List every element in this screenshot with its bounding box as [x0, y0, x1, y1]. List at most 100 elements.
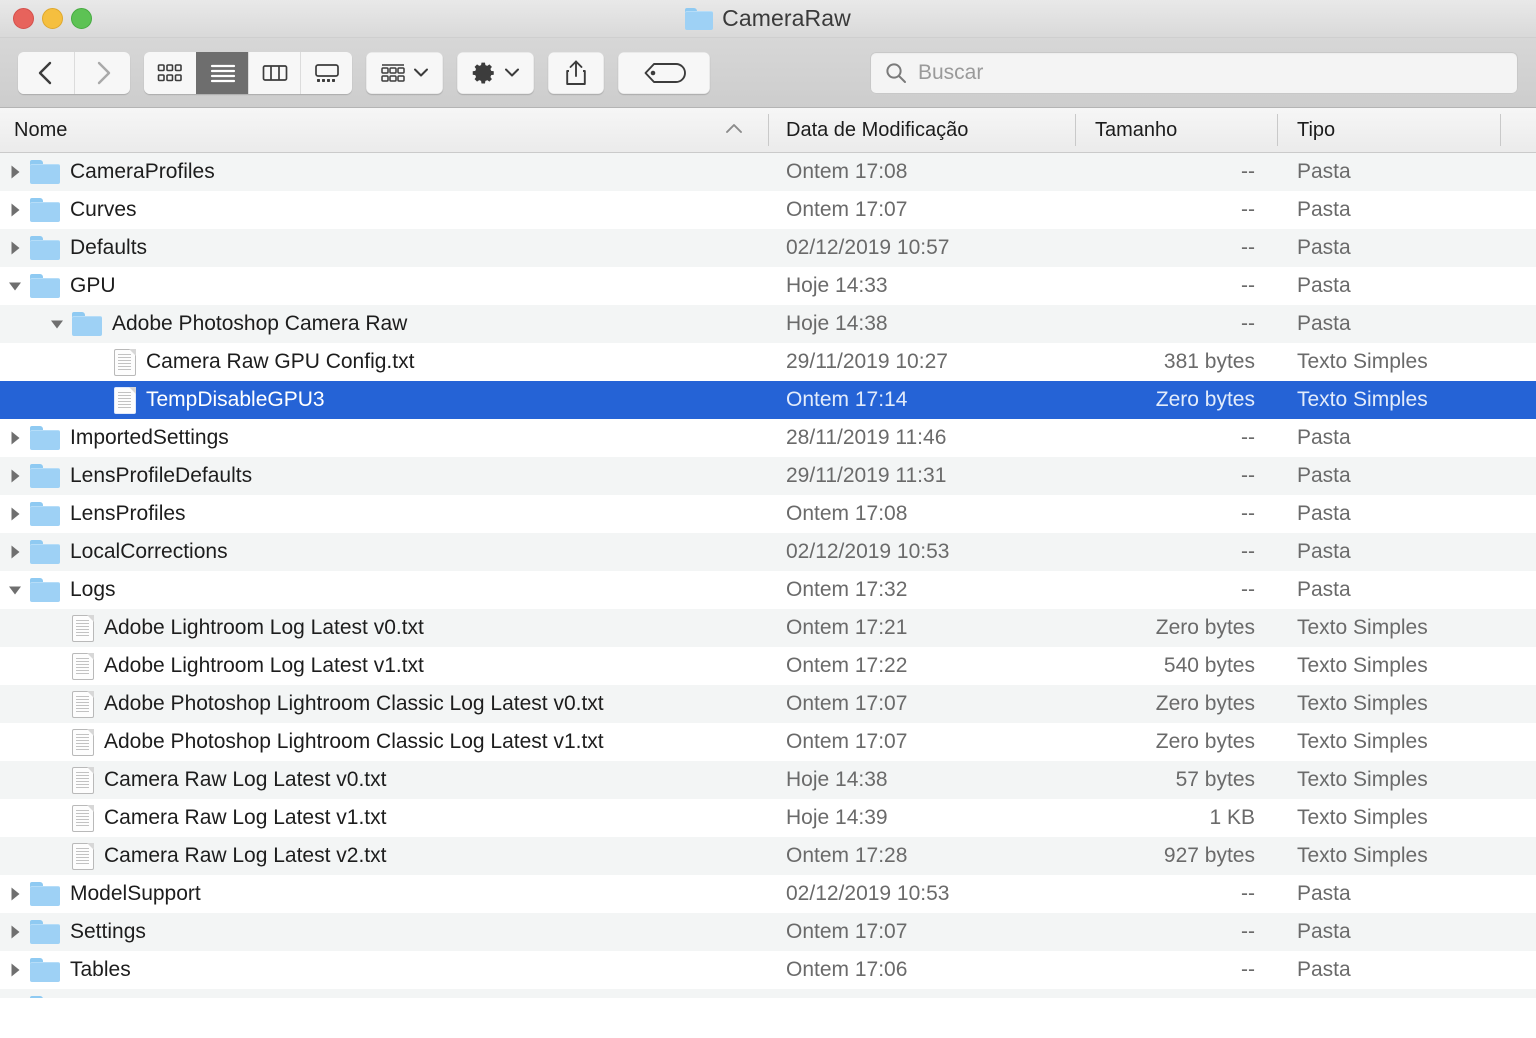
row-type-cell: Pasta: [1277, 160, 1500, 184]
back-button[interactable]: [18, 52, 74, 94]
row-size-cell: Zero bytes: [1075, 388, 1277, 412]
disclosure-triangle-collapsed-icon[interactable]: [0, 543, 30, 561]
disclosure-triangle-collapsed-icon[interactable]: [0, 505, 30, 523]
row-name-label: Camera Raw Log Latest v1.txt: [104, 806, 386, 830]
table-row[interactable]: TablesOntem 17:06--Pasta: [0, 951, 1536, 989]
table-row[interactable]: ModelSupport02/12/2019 10:53--Pasta: [0, 875, 1536, 913]
column-header-size[interactable]: Tamanho: [1075, 108, 1277, 152]
row-size-cell: --: [1075, 540, 1277, 564]
list-view-button[interactable]: [196, 52, 248, 94]
folder-icon: [30, 540, 60, 564]
row-name-cell: CameraProfiles: [0, 160, 768, 184]
row-name-label: GPU: [70, 274, 116, 298]
row-name-label: Camera Raw Log Latest v0.txt: [104, 768, 386, 792]
window-titlebar: CameraRaw: [0, 0, 1536, 38]
table-row[interactable]: Adobe Photoshop Camera RawHoje 14:38--Pa…: [0, 305, 1536, 343]
row-name-cell: GPU: [0, 274, 768, 298]
row-size-cell: 1 KB: [1075, 806, 1277, 830]
row-type-cell: Texto Simples: [1277, 844, 1500, 868]
column-header-date[interactable]: Data de Modificação: [768, 108, 1075, 152]
close-button[interactable]: [13, 8, 34, 29]
disclosure-triangle-collapsed-icon[interactable]: [0, 961, 30, 979]
row-type-cell: Pasta: [1277, 312, 1500, 336]
row-date-cell: Ontem 17:14: [768, 388, 1075, 412]
table-row[interactable]: CurvesOntem 17:07--Pasta: [0, 191, 1536, 229]
disclosure-triangle-collapsed-icon[interactable]: [0, 923, 30, 941]
table-row[interactable]: Camera Raw Log Latest v2.txtOntem 17:289…: [0, 837, 1536, 875]
folder-icon: [30, 274, 60, 298]
column-view-button[interactable]: [248, 52, 300, 94]
row-name-label: Camera Raw Log Latest v2.txt: [104, 844, 386, 868]
row-size-cell: --: [1075, 464, 1277, 488]
table-row[interactable]: Camera Raw Log Latest v0.txtHoje 14:3857…: [0, 761, 1536, 799]
table-row[interactable]: Defaults02/12/2019 10:57--Pasta: [0, 229, 1536, 267]
column-header-name[interactable]: Nome: [0, 108, 768, 152]
columns-icon: [262, 63, 288, 83]
table-row[interactable]: LocalCorrections02/12/2019 10:53--Pasta: [0, 533, 1536, 571]
table-row[interactable]: Workflow02/12/2019 10:53--Pasta: [0, 989, 1536, 998]
table-row[interactable]: TempDisableGPU3Ontem 17:14Zero bytesText…: [0, 381, 1536, 419]
file-list[interactable]: CameraProfilesOntem 17:08--PastaCurvesOn…: [0, 153, 1536, 998]
action-menu-button[interactable]: [457, 52, 534, 94]
row-name-cell: Camera Raw GPU Config.txt: [0, 349, 768, 376]
row-name-label: Workflow: [70, 996, 156, 998]
row-name-label: CameraProfiles: [70, 160, 215, 184]
row-name-cell: LensProfileDefaults: [0, 464, 768, 488]
maximize-button[interactable]: [71, 8, 92, 29]
row-date-cell: Ontem 17:08: [768, 502, 1075, 526]
table-row[interactable]: Camera Raw GPU Config.txt29/11/2019 10:2…: [0, 343, 1536, 381]
table-row[interactable]: GPUHoje 14:33--Pasta: [0, 267, 1536, 305]
icon-view-button[interactable]: [144, 52, 196, 94]
disclosure-triangle-expanded-icon[interactable]: [42, 315, 72, 333]
folder-icon: [30, 920, 60, 944]
row-date-cell: 29/11/2019 10:27: [768, 350, 1075, 374]
forward-button[interactable]: [74, 52, 130, 94]
disclosure-triangle-collapsed-icon[interactable]: [0, 201, 30, 219]
table-row[interactable]: Adobe Photoshop Lightroom Classic Log La…: [0, 685, 1536, 723]
disclosure-triangle-collapsed-icon[interactable]: [0, 885, 30, 903]
column-header-type[interactable]: Tipo: [1277, 108, 1500, 152]
row-size-cell: --: [1075, 160, 1277, 184]
tags-button[interactable]: [618, 52, 710, 94]
row-name-label: Curves: [70, 198, 137, 222]
table-row[interactable]: LensProfileDefaults29/11/2019 11:31--Pas…: [0, 457, 1536, 495]
row-name-cell: Logs: [0, 578, 768, 602]
disclosure-triangle-collapsed-icon[interactable]: [0, 239, 30, 257]
text-file-icon: [72, 843, 94, 870]
row-size-cell: --: [1075, 920, 1277, 944]
arrange-button[interactable]: [366, 52, 443, 94]
row-type-cell: Pasta: [1277, 958, 1500, 982]
row-type-cell: Texto Simples: [1277, 388, 1500, 412]
table-row[interactable]: Adobe Lightroom Log Latest v1.txtOntem 1…: [0, 647, 1536, 685]
minimize-button[interactable]: [42, 8, 63, 29]
group-icon: [380, 62, 406, 84]
row-name-cell: Curves: [0, 198, 768, 222]
table-row[interactable]: ImportedSettings28/11/2019 11:46--Pasta: [0, 419, 1536, 457]
table-row[interactable]: LensProfilesOntem 17:08--Pasta: [0, 495, 1536, 533]
row-type-cell: Pasta: [1277, 426, 1500, 450]
table-row[interactable]: Adobe Lightroom Log Latest v0.txtOntem 1…: [0, 609, 1536, 647]
table-row[interactable]: Adobe Photoshop Lightroom Classic Log La…: [0, 723, 1536, 761]
share-button[interactable]: [548, 52, 604, 94]
table-row[interactable]: Camera Raw Log Latest v1.txtHoje 14:391 …: [0, 799, 1536, 837]
row-size-cell: 381 bytes: [1075, 350, 1277, 374]
gallery-view-button[interactable]: [300, 52, 352, 94]
row-size-cell: --: [1075, 274, 1277, 298]
disclosure-triangle-expanded-icon[interactable]: [0, 277, 30, 295]
table-row[interactable]: CameraProfilesOntem 17:08--Pasta: [0, 153, 1536, 191]
disclosure-triangle-expanded-icon[interactable]: [0, 581, 30, 599]
disclosure-triangle-collapsed-icon[interactable]: [0, 467, 30, 485]
disclosure-triangle-collapsed-icon[interactable]: [0, 163, 30, 181]
row-size-cell: --: [1075, 958, 1277, 982]
row-size-cell: --: [1075, 198, 1277, 222]
column-header-row: Nome Data de Modificação Tamanho Tipo: [0, 108, 1536, 153]
row-size-cell: --: [1075, 882, 1277, 906]
row-type-cell: Pasta: [1277, 578, 1500, 602]
sort-ascending-icon: [724, 120, 744, 140]
folder-icon: [30, 996, 60, 998]
search-field[interactable]: Buscar: [870, 52, 1518, 94]
table-row[interactable]: LogsOntem 17:32--Pasta: [0, 571, 1536, 609]
chevron-down-icon: [413, 67, 429, 78]
table-row[interactable]: SettingsOntem 17:07--Pasta: [0, 913, 1536, 951]
disclosure-triangle-collapsed-icon[interactable]: [0, 429, 30, 447]
